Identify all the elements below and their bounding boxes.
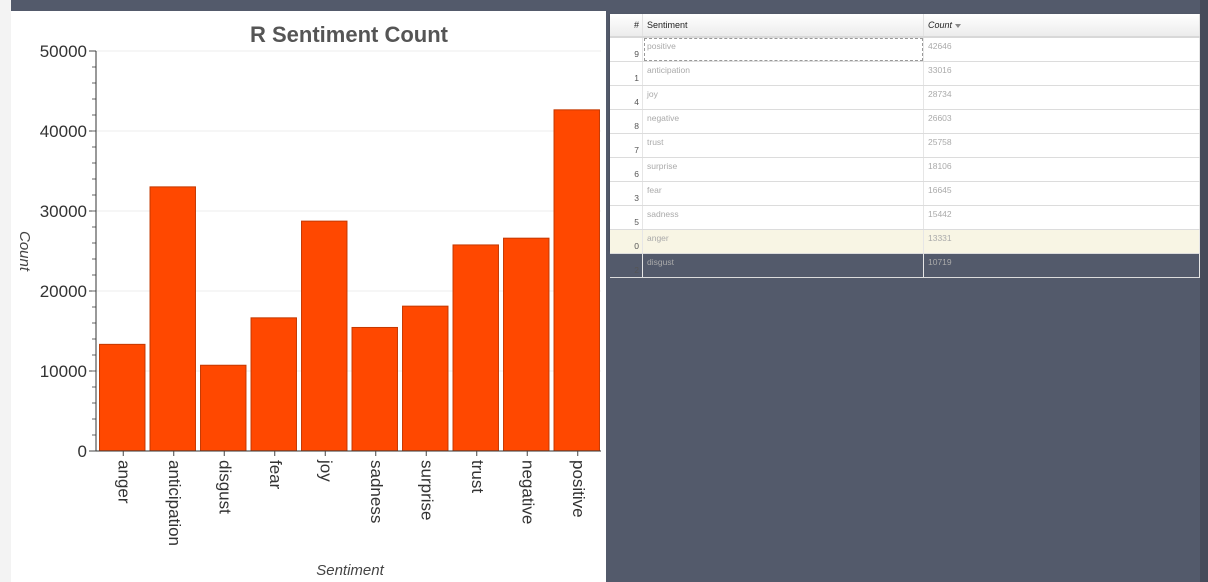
table-row[interactable]: 2 disgust 10719	[610, 253, 1200, 278]
chart-panel: 0 10000 20000 30000 40000 50000 anger anticipa…	[11, 11, 606, 582]
table-row[interactable]: 5 sadness 15442	[610, 205, 1200, 230]
count-cell[interactable]: 26603	[923, 109, 1200, 134]
sentiment-cell[interactable]: joy	[642, 85, 924, 110]
row-index-cell[interactable]: 7	[610, 133, 643, 158]
bar-surprise[interactable]	[402, 305, 449, 452]
y-tick-label: 30000	[40, 202, 87, 221]
x-tick-label: anticipation	[165, 460, 184, 546]
table-row[interactable]: 9 positive 42646	[610, 37, 1200, 62]
bar-disgust[interactable]	[200, 364, 247, 452]
row-index-cell[interactable]: 6	[610, 157, 643, 182]
count-cell[interactable]: 13331	[923, 229, 1200, 254]
count-cell[interactable]: 18106	[923, 157, 1200, 182]
row-index-cell[interactable]: 3	[610, 181, 643, 206]
bars	[99, 109, 600, 452]
bar-chart: 0 10000 20000 30000 40000 50000 anger anticipa…	[16, 22, 601, 579]
table-row[interactable]: 1 anticipation 33016	[610, 61, 1200, 86]
chart-title: R Sentiment Count	[250, 22, 449, 47]
row-index-cell[interactable]: 5	[610, 205, 643, 230]
y-tick-label: 0	[78, 442, 87, 461]
table-row[interactable]: 3 fear 16645	[610, 181, 1200, 206]
bar-sadness[interactable]	[351, 326, 398, 452]
x-tick-label: sadness	[367, 460, 386, 523]
sentiment-cell[interactable]: negative	[642, 109, 924, 134]
x-tick-label: anger	[114, 460, 133, 504]
bar-joy[interactable]	[301, 220, 348, 452]
sentiment-cell[interactable]: positive	[642, 37, 924, 62]
y-axis-label: Count	[16, 231, 33, 272]
x-tick-labels: anger anticipation disgust fear joy sadness su…	[114, 459, 588, 546]
sort-descending-icon[interactable]	[955, 23, 962, 28]
row-index-cell[interactable]: 4	[610, 85, 643, 110]
table-row[interactable]: 7 trust 25758	[610, 133, 1200, 158]
count-cell[interactable]: 42646	[923, 37, 1200, 62]
table-row[interactable]: 4 joy 28734	[610, 85, 1200, 110]
x-tick-label: fear	[266, 460, 285, 490]
x-tick-label: trust	[468, 460, 487, 493]
count-cell[interactable]: 10719	[923, 253, 1200, 278]
bar-positive[interactable]	[553, 109, 600, 452]
x-tick-label: negative	[518, 460, 537, 524]
sentiment-table: # Sentiment Count 9 positive 42646 1 anticip…	[610, 14, 1200, 278]
table-header-row: # Sentiment Count	[610, 14, 1200, 38]
sentiment-cell[interactable]: sadness	[642, 205, 924, 230]
sentiment-cell[interactable]: anticipation	[642, 61, 924, 86]
table-row[interactable]: 0 anger 13331	[610, 229, 1200, 254]
sentiment-cell[interactable]: surprise	[642, 157, 924, 182]
row-index-cell[interactable]: 0	[610, 229, 643, 254]
y-tick-label: 20000	[40, 282, 87, 301]
data-table-panel: # Sentiment Count 9 positive 42646 1 anticip…	[610, 14, 1200, 278]
x-tick-label: surprise	[417, 460, 436, 520]
column-header-index[interactable]: #	[610, 14, 643, 38]
x-tick-label: positive	[569, 460, 588, 518]
table-row[interactable]: 6 surprise 18106	[610, 157, 1200, 182]
row-index-cell[interactable]: 1	[610, 61, 643, 86]
bar-fear[interactable]	[250, 317, 297, 452]
x-axis-label: Sentiment	[316, 562, 384, 579]
window-edge-right	[1200, 0, 1208, 582]
count-cell[interactable]: 33016	[923, 61, 1200, 86]
row-index-cell[interactable]: 9	[610, 37, 643, 62]
x-tick-label: joy	[316, 459, 335, 482]
bar-anticipation[interactable]	[149, 186, 196, 452]
count-cell[interactable]: 25758	[923, 133, 1200, 158]
sentiment-cell[interactable]: fear	[642, 181, 924, 206]
y-tick-label: 40000	[40, 122, 87, 141]
row-index-cell[interactable]: 8	[610, 109, 643, 134]
row-index-cell[interactable]: 2	[610, 253, 643, 278]
count-cell[interactable]: 16645	[923, 181, 1200, 206]
sentiment-cell[interactable]: disgust	[642, 253, 924, 278]
y-tick-label: 10000	[40, 362, 87, 381]
bar-trust[interactable]	[452, 244, 499, 452]
sentiment-cell[interactable]: trust	[642, 133, 924, 158]
count-cell[interactable]: 28734	[923, 85, 1200, 110]
y-tick-label: 50000	[40, 42, 87, 61]
window-edge	[0, 0, 11, 582]
table-body: 9 positive 42646 1 anticipation 33016 4 joy 2873…	[610, 37, 1200, 278]
table-row[interactable]: 8 negative 26603	[610, 109, 1200, 134]
bar-negative[interactable]	[503, 237, 550, 452]
sentiment-cell[interactable]: anger	[642, 229, 924, 254]
y-tick-labels: 0 10000 20000 30000 40000 50000	[40, 42, 87, 461]
column-header-count[interactable]: Count	[923, 14, 1200, 38]
bar-anger[interactable]	[99, 343, 146, 452]
x-tick-label: disgust	[215, 460, 234, 514]
column-header-count-label: Count	[928, 20, 953, 30]
count-cell[interactable]: 15442	[923, 205, 1200, 230]
column-header-sentiment[interactable]: Sentiment	[642, 14, 924, 38]
